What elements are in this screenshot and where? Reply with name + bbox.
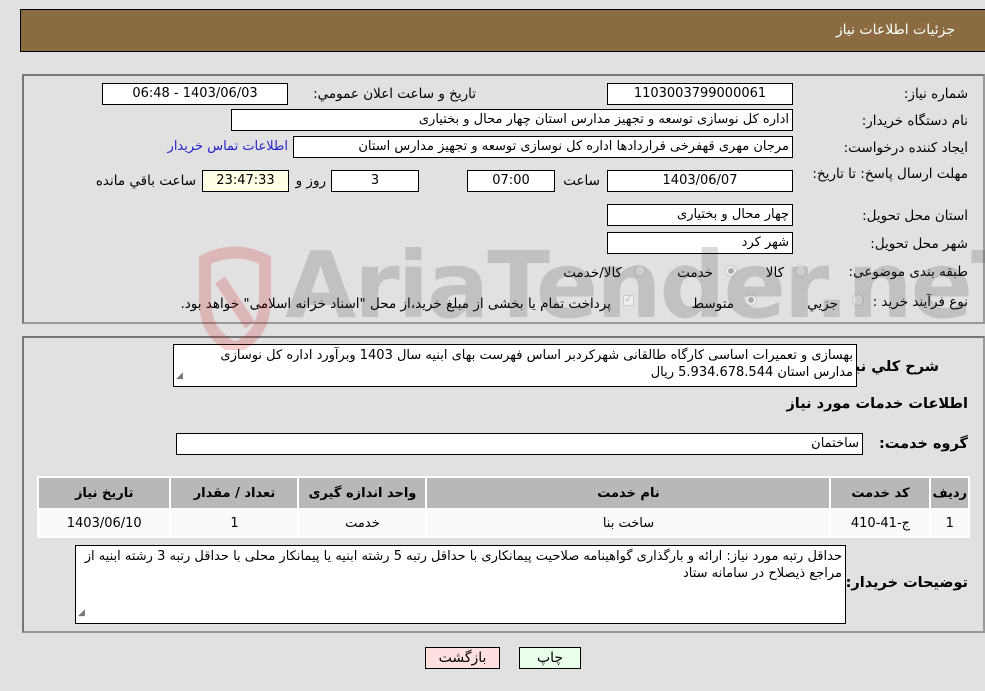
remaining-time-label: ساعت باقي مانده — [95, 173, 196, 189]
category-radio-service[interactable] — [725, 265, 737, 277]
category-option-service: خدمت — [677, 265, 713, 281]
cell-unit: خدمت — [299, 510, 426, 536]
need-number-field: 1103003799000061 — [607, 83, 793, 105]
page-title: جزئیات اطلاعات نیاز — [835, 22, 955, 38]
description-text: بهسازی و تعمیرات اساسی کارگاه طالقانی شه… — [220, 348, 853, 380]
category-option-goods-service: کالا/خدمت — [563, 265, 622, 281]
delivery-city-label: شهر محل تحویل: — [870, 236, 968, 252]
remaining-days-field: 3 — [331, 170, 419, 192]
col-service-code: کد خدمت — [831, 478, 930, 508]
category-radio-goods[interactable] — [795, 265, 807, 277]
services-table: ردیف کد خدمت نام خدمت واحد اندازه گیری ت… — [37, 476, 970, 538]
back-button[interactable]: بازگشت — [425, 647, 500, 669]
buyer-notes-textarea[interactable]: حداقل رتبه مورد نیاز: ارائه و بارگذاری گ… — [75, 545, 846, 624]
remaining-time-field: 23:47:33 — [202, 170, 289, 192]
treasury-note: پرداخت تمام یا بخشی از مبلغ خرید،از محل … — [180, 296, 611, 312]
days-label: روز و — [295, 173, 326, 189]
service-group-label: گروه خدمت: — [878, 436, 968, 452]
category-option-goods: کالا — [765, 265, 784, 281]
col-row-number: ردیف — [931, 478, 968, 508]
buyer-org-label: نام دستگاه خریدار: — [861, 113, 968, 129]
purchase-type-radio-medium[interactable] — [745, 294, 757, 306]
buyer-org-field: اداره کل نوسازی توسعه و تجهیز مدارس استا… — [231, 109, 793, 131]
category-label: طبقه بندی موضوعی: — [848, 264, 968, 280]
purchase-type-label: نوع فرآیند خرید : — [872, 294, 968, 310]
table-header-row: ردیف کد خدمت نام خدمت واحد اندازه گیری ت… — [39, 478, 968, 508]
purchase-type-option-medium: متوسط — [691, 296, 734, 312]
col-service-name: نام خدمت — [427, 478, 830, 508]
treasury-checkbox[interactable]: ✓ — [623, 295, 634, 306]
services-table-wrapper: ردیف کد خدمت نام خدمت واحد اندازه گیری ت… — [37, 476, 970, 538]
col-need-date: تاریخ نیاز — [39, 478, 170, 508]
purchase-type-radio-minor[interactable] — [852, 294, 864, 306]
buyer-contact-link[interactable]: اطلاعات تماس خریدار — [168, 139, 288, 154]
cell-need-date: 1403/06/10 — [39, 510, 170, 536]
cell-quantity: 1 — [171, 510, 298, 536]
category-radio-goods-service[interactable] — [634, 265, 646, 277]
delivery-province-field: چهار محال و بختیاری — [607, 204, 793, 226]
resize-grip-icon[interactable]: ◢ — [78, 605, 85, 622]
page-header: جزئیات اطلاعات نیاز — [20, 9, 985, 52]
deadline-date-field: 1403/06/07 — [607, 170, 793, 192]
cell-service-code: ج-41-410 — [831, 510, 930, 536]
cell-service-name: ساخت بنا — [427, 510, 830, 536]
deadline-time-label: ساعت — [563, 173, 600, 189]
requester-field: مرجان مهری قهفرخی قراردادها اداره کل نوس… — [293, 136, 793, 158]
table-row: 1 ج-41-410 ساخت بنا خدمت 1 1403/06/10 — [39, 510, 968, 536]
print-button[interactable]: چاپ — [519, 647, 581, 669]
buyer-notes-text: حداقل رتبه مورد نیاز: ارائه و بارگذاری گ… — [84, 549, 842, 581]
announce-datetime-field: 1403/06/03 - 06:48 — [102, 83, 288, 105]
cell-row-number: 1 — [931, 510, 968, 536]
deadline-label: مهلت ارسال پاسخ: تا تاریخ: — [812, 166, 968, 182]
services-heading: اطلاعات خدمات مورد نیاز — [786, 396, 968, 412]
purchase-type-option-minor: جزيي — [807, 296, 838, 312]
col-unit: واحد اندازه گیری — [299, 478, 426, 508]
service-group-field: ساختمان — [176, 433, 863, 455]
delivery-province-label: استان محل تحویل: — [862, 208, 968, 224]
delivery-city-field: شهر کرد — [607, 232, 793, 254]
need-number-label: شماره نیاز: — [903, 86, 968, 102]
announce-datetime-label: تاریخ و ساعت اعلان عمومي: — [313, 86, 476, 102]
deadline-time-field: 07:00 — [467, 170, 555, 192]
buyer-notes-label: توضیحات خریدار: — [845, 575, 968, 591]
resize-grip-icon[interactable]: ◢ — [176, 368, 183, 385]
col-quantity: تعداد / مقدار — [171, 478, 298, 508]
description-textarea[interactable]: بهسازی و تعمیرات اساسی کارگاه طالقانی شه… — [173, 344, 857, 387]
requester-label: ایجاد کننده درخواست: — [843, 140, 968, 156]
